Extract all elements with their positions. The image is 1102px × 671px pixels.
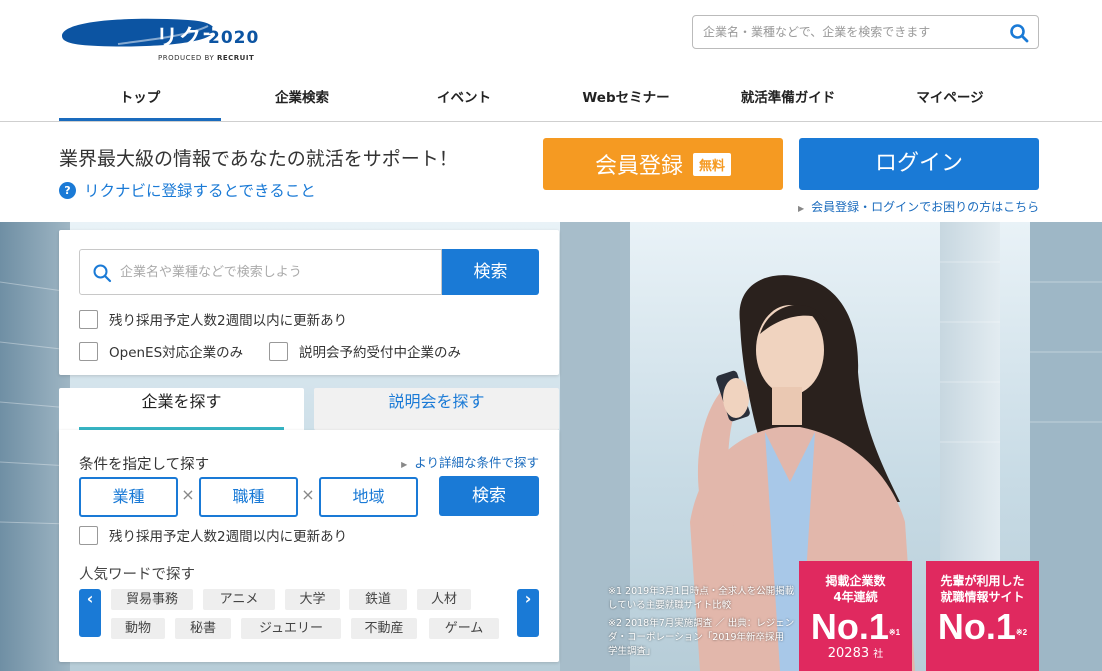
footnote-1: ※1 2019年3月1日時点・全求人を公開掲載している主要就職サイト比較 (608, 586, 795, 611)
register-label: 会員登録 (594, 154, 683, 179)
checkbox-recently-updated[interactable]: 残り採用予定人数2週間以内に更新あり (79, 309, 347, 329)
footnote-2: ※2 2018年7月実施調査 ／ 出典：レジェンダ・コーポレーション「2019年… (608, 618, 795, 657)
search-icon[interactable] (1009, 23, 1029, 43)
header-search-input[interactable] (693, 16, 993, 48)
chevron-right-icon: ▶ (401, 460, 408, 469)
checkbox-box[interactable] (269, 341, 288, 361)
checkbox-recently-updated-2[interactable]: 残り採用予定人数2週間以内に更新あり (79, 525, 347, 545)
badge-count: 20283 社 (827, 646, 884, 661)
popular-tag[interactable]: アニメ (203, 589, 275, 610)
badge-title: 先輩が利用した 就職情報サイト (940, 574, 1025, 604)
popular-tag[interactable]: ゲーム (429, 618, 499, 639)
nav-top[interactable]: トップ (59, 78, 221, 121)
popular-tag[interactable]: 大学 (285, 589, 340, 610)
checkbox-box[interactable] (79, 525, 98, 545)
nav-web-seminar[interactable]: Webセミナー (545, 78, 707, 121)
badge-no1: No.1※2 (937, 606, 1028, 647)
tab-find-seminars[interactable]: 説明会を探す (314, 388, 559, 430)
login-button[interactable]: ログイン (799, 138, 1039, 190)
badge-senior-used: 先輩が利用した 就職情報サイト No.1※2 (926, 561, 1039, 671)
chevron-right-icon: ▶ (798, 204, 805, 213)
nav-mypage[interactable]: マイページ (869, 78, 1031, 121)
checkbox-label: 残り採用予定人数2週間以内に更新あり (109, 529, 348, 545)
register-button[interactable]: 会員登録 無料 (543, 138, 783, 190)
popular-prev-button[interactable]: ‹ (79, 589, 101, 637)
main-nav: トップ 企業検索 イベント Webセミナー 就活準備ガイド マイページ (59, 78, 1031, 121)
keyword-search-input[interactable] (120, 250, 438, 294)
checkbox-label: 説明会予約受付中企業のみ (299, 345, 461, 361)
nav-divider (0, 121, 1102, 122)
condition-search-title: 条件を指定して探す (79, 457, 210, 473)
detailed-search-link[interactable]: ▶ より詳細な条件で探す (401, 452, 539, 471)
checkbox-openes[interactable]: OpenES対応企業のみ (79, 341, 243, 361)
checkbox-box[interactable] (79, 341, 98, 361)
help-link-text: リクナビに登録するとできること (84, 182, 316, 200)
keyword-search-card: 検索 残り採用予定人数2週間以内に更新あり OpenES対応企業のみ 説明会予約… (59, 230, 559, 375)
popular-tag[interactable]: 鉄道 (349, 589, 407, 610)
times-separator: × (181, 485, 195, 504)
search-icon (93, 264, 112, 283)
logo-subtitle: PRODUCED BY RECRUIT (158, 54, 255, 62)
nav-job-guide[interactable]: 就活準備ガイド (707, 78, 869, 121)
condition-search-button[interactable]: 検索 (439, 476, 539, 516)
rikunabi-logo[interactable]: リクナビ 2020 PRODUCED BY RECRUIT (58, 14, 264, 66)
popular-tag[interactable]: ジュエリー (241, 618, 341, 639)
checkbox-label: 残り採用予定人数2週間以内に更新あり (109, 313, 348, 329)
logo-year: 2020 (208, 28, 260, 48)
job-type-chip[interactable]: 職種 (199, 477, 298, 517)
badge-listed-companies: 掲載企業数 4年連続 No.1※1 20283 社 (799, 561, 912, 671)
region-chip[interactable]: 地域 (319, 477, 418, 517)
badge-no1: No.1※1 (810, 606, 901, 647)
question-icon: ? (59, 181, 76, 199)
checkbox-box[interactable] (79, 309, 98, 329)
help-link-what-you-can-do[interactable]: ? リクナビに登録するとできること (59, 179, 316, 201)
industry-chip[interactable]: 業種 (79, 477, 178, 517)
nav-company-search[interactable]: 企業検索 (221, 78, 383, 121)
free-badge: 無料 (693, 152, 732, 176)
condition-search-card: 条件を指定して探す ▶ より詳細な条件で探す 業種 × 職種 × 地域 検索 残り… (59, 430, 559, 662)
popular-words-title: 人気ワードで探す (79, 567, 195, 583)
popular-tag[interactable]: 秘書 (175, 618, 231, 639)
popular-tag[interactable]: 動物 (111, 618, 165, 639)
recruit-brand: RECRUIT (216, 54, 255, 62)
login-help-link[interactable]: ▶ 会員登録・ログインでお困りの方はこちら (798, 198, 1039, 215)
keyword-search-button[interactable]: 検索 (442, 249, 539, 295)
popular-tag[interactable]: 不動産 (351, 618, 417, 639)
popular-next-button[interactable]: › (517, 589, 539, 637)
times-separator: × (301, 485, 315, 504)
popular-tag[interactable]: 貿易事務 (111, 589, 193, 610)
badge-title: 掲載企業数 4年連続 (825, 574, 886, 604)
checkbox-seminar-open[interactable]: 説明会予約受付中企業のみ (269, 341, 461, 361)
tagline: 業界最大級の情報であなたの就活をサポート！ (59, 148, 458, 170)
header-search (692, 15, 1039, 49)
popular-tag[interactable]: 人材 (417, 589, 471, 610)
tab-find-companies[interactable]: 企業を探す (59, 388, 304, 430)
nav-events[interactable]: イベント (383, 78, 545, 121)
footnotes: ※1 2019年3月1日時点・全求人を公開掲載している主要就職サイト比較 ※2 … (608, 585, 796, 663)
keyword-search-box (79, 249, 442, 295)
checkbox-label: OpenES対応企業のみ (109, 345, 244, 361)
